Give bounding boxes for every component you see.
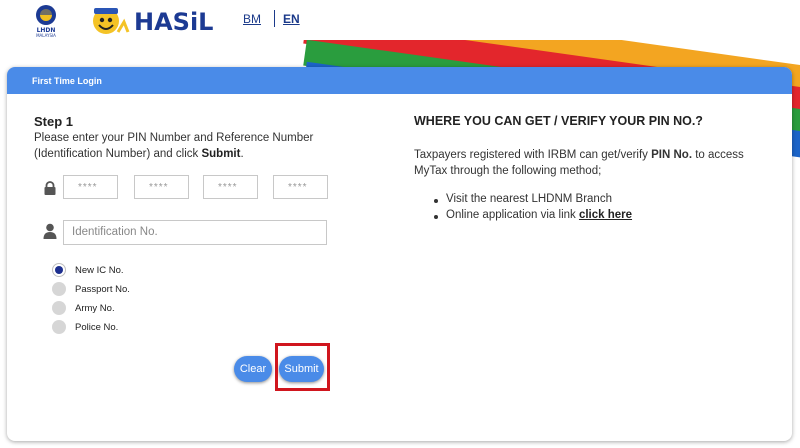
info-title: WHERE YOU CAN GET / VERIFY YOUR PIN NO.? [414,114,703,128]
step-desc-suffix: . [240,148,244,160]
step-desc-bold: Submit [201,148,241,160]
pin-field-3[interactable]: **** [203,175,258,199]
radio-new-ic[interactable] [52,263,66,277]
radio-police[interactable] [52,320,66,334]
radio-label-police: Police No. [75,322,119,333]
radio-label-new-ic: New IC No. [75,265,124,276]
top-header: LHDN MALAYSIA HASiL BM EN [0,0,800,40]
language-en-link[interactable]: EN [283,12,300,26]
login-card: First Time Login Step 1 Please enter you… [7,67,792,441]
radio-label-army: Army No. [75,303,115,314]
lhdn-logo[interactable]: LHDN MALAYSIA [20,2,72,38]
language-bm-link[interactable]: BM [243,12,261,26]
card-title: First Time Login [7,67,792,94]
info-desc-text: Taxpayers registered with IRBM can get/v… [414,149,652,161]
radio-army[interactable] [52,301,66,315]
list-item-text: Online application via link [446,209,579,221]
step-description: Please enter your PIN Number and Referen… [34,130,324,162]
list-item: Online application via link click here [434,209,632,225]
radio-label-passport: Passport No. [75,284,130,295]
language-divider [274,10,275,27]
click-here-link[interactable]: click here [579,209,632,221]
radio-passport[interactable] [52,282,66,296]
svg-text:HASiL: HASiL [134,8,213,36]
info-description: Taxpayers registered with IRBM can get/v… [414,147,774,179]
step-desc-text: Please enter your PIN Number and Referen… [34,132,314,160]
hasil-logo[interactable]: HASiL [92,2,222,38]
identification-input[interactable]: Identification No. [63,220,327,245]
info-list: Visit the nearest LHDNM Branch Online ap… [434,193,632,225]
list-item-text: Visit the nearest LHDNM Branch [446,193,612,205]
list-item: Visit the nearest LHDNM Branch [434,193,632,209]
pin-field-4[interactable]: **** [273,175,328,199]
pin-field-1[interactable]: **** [63,175,118,199]
pin-field-2[interactable]: **** [134,175,189,199]
lock-icon [44,181,56,195]
info-desc-bold: PIN No. [651,149,693,161]
step-title: Step 1 [34,114,74,129]
submit-highlight-box [275,343,330,391]
svg-text:MALAYSIA: MALAYSIA [36,33,56,38]
user-icon [43,223,57,239]
clear-button[interactable]: Clear [234,356,272,382]
